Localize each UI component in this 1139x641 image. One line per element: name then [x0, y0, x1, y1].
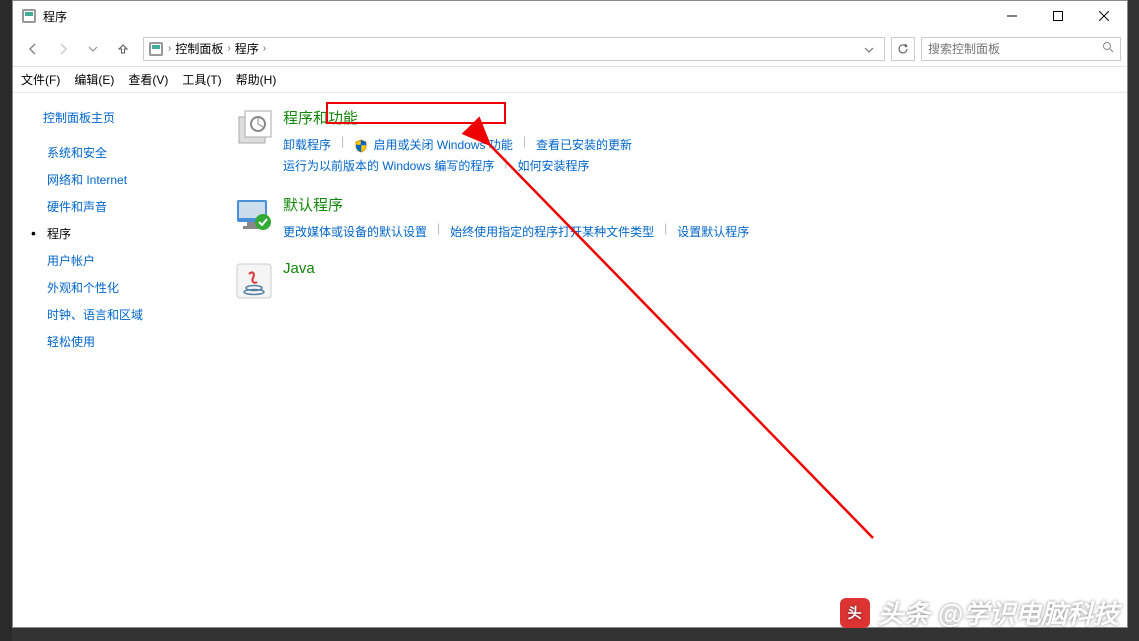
watermark-icon: 头 [840, 598, 870, 628]
group-programs-features: 程序和功能 卸载程序 | 启用或关闭 Windows 功能 | 查看已安装的更新… [233, 107, 1107, 176]
back-button[interactable] [19, 35, 47, 63]
menu-file[interactable]: 文件(F) [21, 71, 60, 88]
sidebar-item-network[interactable]: 网络和 Internet [43, 171, 213, 188]
minimize-button[interactable] [989, 1, 1035, 31]
sidebar-item-hardware[interactable]: 硬件和声音 [43, 198, 213, 215]
programs-features-icon [233, 107, 275, 149]
recent-dropdown[interactable] [79, 35, 107, 63]
navigation-bar: › 控制面板 › 程序 › [13, 31, 1127, 67]
menu-help[interactable]: 帮助(H) [236, 71, 277, 88]
link-view-updates[interactable]: 查看已安装的更新 [536, 134, 632, 155]
sidebar-item-programs[interactable]: 程序 [43, 225, 213, 242]
main-panel: 程序和功能 卸载程序 | 启用或关闭 Windows 功能 | 查看已安装的更新… [213, 93, 1127, 627]
sidebar-item-system[interactable]: 系统和安全 [43, 144, 213, 161]
forward-button[interactable] [49, 35, 77, 63]
address-bar[interactable]: › 控制面板 › 程序 › [143, 37, 885, 61]
group-java: Java [233, 260, 1107, 302]
sidebar-item-ease[interactable]: 轻松使用 [43, 333, 213, 350]
address-dropdown[interactable] [858, 42, 880, 56]
sidebar-item-clock[interactable]: 时钟、语言和区域 [43, 306, 213, 323]
search-input[interactable] [928, 42, 1102, 56]
sidebar-home[interactable]: 控制面板主页 [43, 109, 213, 126]
sidebar-item-appearance[interactable]: 外观和个性化 [43, 279, 213, 296]
breadcrumb-sep: › [263, 43, 266, 54]
link-how-install[interactable]: 如何安装程序 [517, 155, 589, 176]
watermark-prefix: 头条 [878, 594, 930, 631]
menu-bar: 文件(F) 编辑(E) 查看(V) 工具(T) 帮助(H) [13, 67, 1127, 93]
maximize-button[interactable] [1035, 1, 1081, 31]
link-set-defaults[interactable]: 设置默认程序 [677, 221, 749, 242]
breadcrumb-item[interactable]: 控制面板 [171, 40, 227, 57]
control-panel-window: 程序 › 控制面板 › 程序 › 文件(F) 编辑(E) 查看(V) 工 [12, 0, 1128, 628]
sidebar: 控制面板主页 系统和安全 网络和 Internet 硬件和声音 程序 用户帐户 … [13, 93, 213, 627]
up-button[interactable] [109, 35, 137, 63]
refresh-button[interactable] [891, 37, 915, 61]
java-icon [233, 260, 275, 302]
watermark: 头 头条 @学识电脑科技 [840, 594, 1119, 631]
search-box[interactable] [921, 37, 1121, 61]
link-compat[interactable]: 运行为以前版本的 Windows 编写的程序 [283, 155, 494, 176]
link-file-assoc[interactable]: 始终使用指定的程序打开某种文件类型 [450, 221, 654, 242]
watermark-handle: @学识电脑科技 [938, 594, 1119, 631]
content-area: 控制面板主页 系统和安全 网络和 Internet 硬件和声音 程序 用户帐户 … [13, 93, 1127, 627]
shield-icon [354, 139, 368, 153]
menu-tools[interactable]: 工具(T) [182, 71, 221, 88]
window-icon [21, 8, 37, 24]
search-icon [1102, 41, 1114, 56]
default-programs-icon [233, 194, 275, 236]
menu-edit[interactable]: 编辑(E) [74, 71, 114, 88]
titlebar: 程序 [13, 1, 1127, 31]
group-title[interactable]: 程序和功能 [283, 107, 1107, 128]
group-title[interactable]: 默认程序 [283, 194, 1107, 215]
window-controls [989, 1, 1127, 31]
close-button[interactable] [1081, 1, 1127, 31]
location-icon [148, 41, 164, 57]
breadcrumb-item[interactable]: 程序 [231, 40, 263, 57]
group-title[interactable]: Java [283, 260, 1107, 277]
group-default-programs: 默认程序 更改媒体或设备的默认设置 | 始终使用指定的程序打开某种文件类型 | … [233, 194, 1107, 242]
link-uninstall[interactable]: 卸载程序 [283, 134, 331, 155]
menu-view[interactable]: 查看(V) [128, 71, 168, 88]
sidebar-item-users[interactable]: 用户帐户 [43, 252, 213, 269]
background-strip [0, 0, 12, 641]
link-media-defaults[interactable]: 更改媒体或设备的默认设置 [283, 221, 427, 242]
link-windows-features[interactable]: 启用或关闭 Windows 功能 [354, 134, 513, 155]
window-title: 程序 [43, 8, 989, 25]
